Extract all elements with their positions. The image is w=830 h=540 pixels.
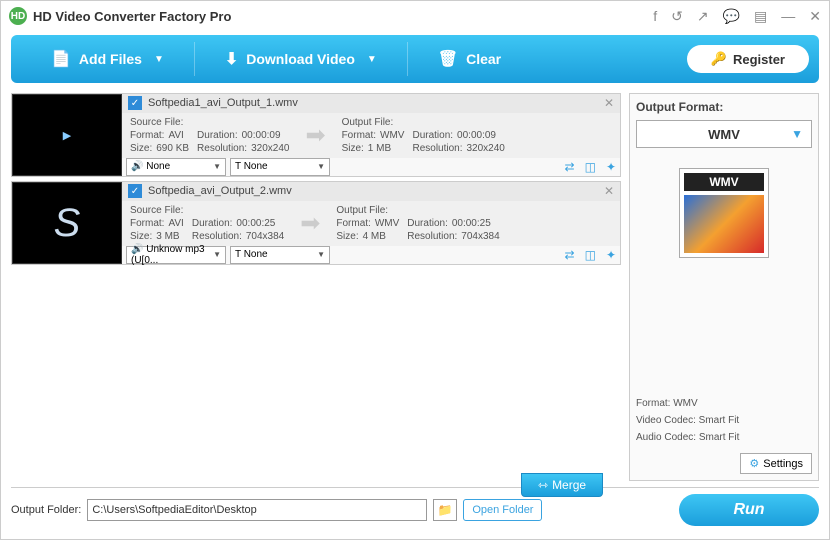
output-meta-2: Duration: 00:00:09 Resolution: 320x240 bbox=[412, 117, 504, 154]
file-footer: 🔊 Unknow mp3 (U[0...▼ T None▼ ⇄ ◫ ✦ bbox=[122, 246, 620, 265]
file-name: Softpedia_avi_Output_2.wmv bbox=[148, 185, 292, 197]
register-button[interactable]: 🔑 Register bbox=[687, 45, 809, 73]
chevron-down-icon: ▼ bbox=[367, 54, 377, 65]
file-list: ▶ ✓ Softpedia1_avi_Output_1.wmv ✕ Source… bbox=[11, 93, 621, 481]
add-files-icon: 📄 bbox=[51, 49, 71, 69]
file-details: ✓ Softpedia_avi_Output_2.wmv ✕ Source Fi… bbox=[122, 182, 620, 264]
file-details: ✓ Softpedia1_avi_Output_1.wmv ✕ Source F… bbox=[122, 94, 620, 176]
chevron-down-icon: ▼ bbox=[791, 127, 803, 141]
file-item: S ✓ Softpedia_avi_Output_2.wmv ✕ Source … bbox=[11, 181, 621, 265]
app-title: HD Video Converter Factory Pro bbox=[33, 9, 231, 24]
bottom-bar: ⇿ Merge Output Folder: 📁 Open Folder Run bbox=[1, 487, 829, 533]
audio-track-select[interactable]: 🔊 Unknow mp3 (U[0...▼ bbox=[126, 246, 226, 264]
merge-icon: ⇿ bbox=[538, 478, 548, 492]
clear-label: Clear bbox=[466, 51, 501, 67]
add-files-button[interactable]: 📄 Add Files ▼ bbox=[21, 35, 194, 83]
remove-file-button[interactable]: ✕ bbox=[604, 184, 614, 198]
format-meta: Format: WMV Video Codec: Smart Fit Audio… bbox=[636, 394, 812, 447]
subtitle-select[interactable]: T None▼ bbox=[230, 158, 330, 176]
send-icon[interactable]: ↗ bbox=[697, 8, 709, 25]
open-folder-button[interactable]: Open Folder bbox=[463, 499, 542, 521]
file-checkbox[interactable]: ✓ bbox=[128, 96, 142, 110]
merge-label: Merge bbox=[552, 478, 586, 492]
file-checkbox[interactable]: ✓ bbox=[128, 184, 142, 198]
format-selected: WMV bbox=[708, 127, 740, 142]
download-video-button[interactable]: ⬇ Download Video ▼ bbox=[195, 35, 407, 83]
run-button[interactable]: Run bbox=[679, 494, 819, 526]
output-label: Output File: bbox=[342, 117, 405, 128]
output-format-panel: Output Format: WMV ▼ WMV Format: WMV Vid… bbox=[629, 93, 819, 481]
main-toolbar: 📄 Add Files ▼ ⬇ Download Video ▼ 🗑 Clear… bbox=[11, 35, 819, 83]
main-area: ▶ ✓ Softpedia1_avi_Output_1.wmv ✕ Source… bbox=[1, 87, 829, 487]
arrow-icon: ➡ bbox=[300, 209, 320, 238]
browse-button[interactable]: 📁 bbox=[433, 499, 457, 521]
shuffle-icon[interactable]: ⇄ bbox=[565, 160, 575, 174]
trash-icon: 🗑 bbox=[438, 49, 458, 69]
undo-icon[interactable]: ↺ bbox=[671, 8, 683, 25]
file-body: Source File: Format: AVI Size: 690 KB Du… bbox=[122, 113, 620, 158]
crop-icon[interactable]: ◫ bbox=[585, 248, 596, 262]
file-header: ✓ Softpedia_avi_Output_2.wmv ✕ bbox=[122, 182, 620, 201]
remove-file-button[interactable]: ✕ bbox=[604, 96, 614, 110]
arrow-icon: ➡ bbox=[305, 121, 325, 150]
comment-icon[interactable]: 💬 bbox=[723, 8, 740, 25]
facebook-icon[interactable]: f bbox=[653, 8, 657, 24]
file-actions: ⇄ ◫ ✦ bbox=[565, 248, 616, 262]
source-meta-2: Duration: 00:00:09 Resolution: 320x240 bbox=[197, 117, 289, 154]
file-thumbnail[interactable]: ▶ bbox=[12, 94, 122, 176]
titlebar: HD HD Video Converter Factory Pro f ↺ ↗ … bbox=[1, 1, 829, 31]
output-meta: Output File: Format: WMV Size: 1 MB bbox=[342, 117, 405, 154]
format-thumb-label: WMV bbox=[684, 173, 764, 191]
file-footer: 🔊 None▼ T None▼ ⇄ ◫ ✦ bbox=[122, 158, 620, 177]
gear-icon: ⚙ bbox=[749, 457, 759, 470]
clear-button[interactable]: 🗑 Clear bbox=[408, 35, 531, 83]
source-meta: Source File: Format: AVI Size: 3 MB bbox=[130, 205, 184, 242]
chevron-down-icon: ▼ bbox=[154, 54, 164, 65]
menu-icon[interactable]: ▤ bbox=[754, 8, 767, 25]
file-actions: ⇄ ◫ ✦ bbox=[565, 160, 616, 174]
format-thumb-image bbox=[684, 195, 764, 253]
title-controls: f ↺ ↗ 💬 ▤ — ✕ bbox=[653, 8, 821, 25]
source-meta-2: Duration: 00:00:25 Resolution: 704x384 bbox=[192, 205, 284, 242]
effects-icon[interactable]: ✦ bbox=[606, 160, 616, 174]
format-select[interactable]: WMV ▼ bbox=[636, 120, 812, 148]
download-icon: ⬇ bbox=[225, 49, 238, 69]
source-label: Source File: bbox=[130, 117, 189, 128]
file-item: ▶ ✓ Softpedia1_avi_Output_1.wmv ✕ Source… bbox=[11, 93, 621, 177]
output-folder-input[interactable] bbox=[87, 499, 427, 521]
run-label: Run bbox=[733, 501, 764, 519]
close-icon[interactable]: ✕ bbox=[809, 8, 821, 25]
output-meta-2: Duration: 00:00:25 Resolution: 704x384 bbox=[407, 205, 499, 242]
output-folder-label: Output Folder: bbox=[11, 504, 81, 516]
settings-button[interactable]: ⚙ Settings bbox=[740, 453, 812, 474]
add-files-label: Add Files bbox=[79, 51, 142, 67]
key-icon: 🔑 bbox=[711, 51, 727, 67]
register-label: Register bbox=[733, 52, 785, 67]
app-logo: HD bbox=[9, 7, 27, 25]
shuffle-icon[interactable]: ⇄ bbox=[565, 248, 575, 262]
merge-button[interactable]: ⇿ Merge bbox=[521, 473, 603, 497]
minimize-icon[interactable]: — bbox=[781, 8, 795, 24]
download-label: Download Video bbox=[246, 51, 355, 67]
folder-icon: 📁 bbox=[438, 503, 453, 517]
settings-label: Settings bbox=[763, 458, 803, 470]
audio-track-select[interactable]: 🔊 None▼ bbox=[126, 158, 226, 176]
file-body: Source File: Format: AVI Size: 3 MB Dura… bbox=[122, 201, 620, 246]
file-header: ✓ Softpedia1_avi_Output_1.wmv ✕ bbox=[122, 94, 620, 113]
crop-icon[interactable]: ◫ bbox=[585, 160, 596, 174]
effects-icon[interactable]: ✦ bbox=[606, 248, 616, 262]
format-thumbnail: WMV bbox=[679, 168, 769, 258]
output-format-title: Output Format: bbox=[636, 100, 812, 114]
subtitle-select[interactable]: T None▼ bbox=[230, 246, 330, 264]
source-meta: Source File: Format: AVI Size: 690 KB bbox=[130, 117, 189, 154]
file-thumbnail[interactable]: S bbox=[12, 182, 122, 264]
output-meta: Output File: Format: WMV Size: 4 MB bbox=[336, 205, 399, 242]
file-name: Softpedia1_avi_Output_1.wmv bbox=[148, 97, 298, 109]
